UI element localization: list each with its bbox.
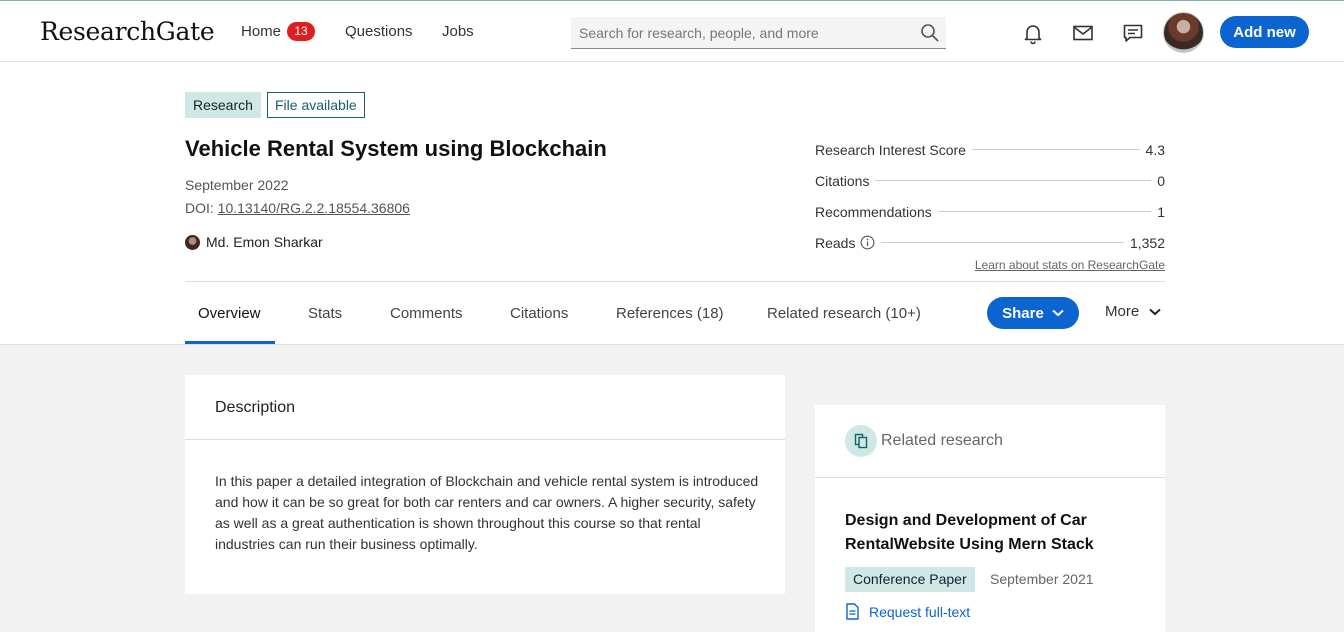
- user-avatar[interactable]: [1163, 12, 1204, 53]
- documents-icon: [854, 433, 868, 449]
- nav-home-link[interactable]: Home: [241, 23, 281, 40]
- stat-research-interest: Research Interest Score 4.3: [815, 134, 1165, 165]
- description-heading: Description: [215, 399, 296, 416]
- info-icon[interactable]: [860, 235, 875, 250]
- researchgate-logo[interactable]: ResearchGate: [40, 17, 215, 46]
- doi-line: DOI: 10.13140/RG.2.2.18554.36806: [185, 200, 410, 216]
- request-full-text-link[interactable]: Request full-text: [845, 603, 970, 620]
- related-research-icon: [845, 425, 877, 457]
- chevron-down-icon: [1052, 309, 1064, 317]
- active-tab-indicator: [185, 341, 275, 344]
- stat-recommendations: Recommendations 1: [815, 196, 1165, 227]
- doi-link[interactable]: 10.13140/RG.2.2.18554.36806: [218, 200, 410, 216]
- stat-citations: Citations 0: [815, 165, 1165, 196]
- tab-comments[interactable]: Comments: [390, 305, 463, 322]
- nav-questions-link[interactable]: Questions: [345, 23, 413, 40]
- stat-value: 1,352: [1129, 234, 1165, 251]
- stat-reads: Reads 1,352: [815, 227, 1165, 258]
- author-avatar: [185, 234, 200, 250]
- nav-jobs-link[interactable]: Jobs: [442, 23, 474, 40]
- publication-date: September 2022: [185, 177, 289, 193]
- more-button[interactable]: More: [1105, 303, 1161, 320]
- stat-value: 4.3: [1145, 141, 1165, 158]
- stat-label: Recommendations: [815, 203, 932, 220]
- chevron-down-icon: [1149, 308, 1161, 315]
- publication-header: Research File available Vehicle Rental S…: [0, 62, 1344, 345]
- stats-panel: Research Interest Score 4.3 Citations 0 …: [815, 134, 1165, 273]
- description-divider: [185, 439, 785, 440]
- chat-icon[interactable]: [1121, 21, 1145, 45]
- top-navbar: ResearchGate Home 13 Questions Jobs Add …: [0, 0, 1344, 62]
- related-research-card: Related research Design and Development …: [815, 405, 1165, 632]
- author-name[interactable]: Md. Emon Sharkar: [206, 234, 323, 250]
- related-item-date: September 2021: [990, 571, 1094, 587]
- more-label: More: [1105, 303, 1140, 320]
- stat-value: 1: [1157, 203, 1165, 220]
- tab-stats[interactable]: Stats: [308, 305, 342, 322]
- share-label: Share: [1002, 304, 1044, 322]
- bell-icon[interactable]: [1021, 21, 1045, 45]
- stat-label: Citations: [815, 172, 870, 189]
- add-new-button[interactable]: Add new: [1220, 16, 1309, 48]
- search-icon[interactable]: [920, 23, 940, 43]
- related-item-type-tag: Conference Paper: [845, 567, 975, 592]
- tab-citations[interactable]: Citations: [510, 305, 568, 322]
- tab-references[interactable]: References (18): [616, 305, 724, 322]
- description-card: Description In this paper a detailed int…: [185, 375, 785, 594]
- header-divider: [185, 281, 1165, 282]
- related-divider: [815, 477, 1165, 478]
- description-text: In this paper a detailed integration of …: [215, 473, 759, 552]
- related-research-heading: Related research: [881, 432, 1003, 449]
- search-input[interactable]: [571, 17, 911, 48]
- stat-label-wrap: Reads: [815, 235, 881, 251]
- mail-icon[interactable]: [1071, 21, 1095, 45]
- search-box: [571, 17, 946, 49]
- learn-stats-link[interactable]: Learn about stats on ResearchGate: [975, 258, 1165, 272]
- publication-title: Vehicle Rental System using Blockchain: [185, 136, 607, 161]
- document-icon: [846, 603, 859, 620]
- stat-label: Research Interest Score: [815, 141, 966, 158]
- home-notification-badge: 13: [287, 22, 315, 41]
- tab-related-research[interactable]: Related research (10+): [767, 305, 921, 322]
- research-tag: Research: [185, 92, 261, 118]
- related-item-title[interactable]: Design and Development of Car RentalWebs…: [845, 509, 1135, 557]
- doi-label: DOI:: [185, 200, 218, 216]
- request-full-text-label[interactable]: Request full-text: [869, 604, 970, 620]
- author[interactable]: Md. Emon Sharkar: [185, 234, 323, 250]
- stat-leader-line: [881, 242, 1124, 243]
- stat-leader-line: [971, 149, 1140, 150]
- tab-overview[interactable]: Overview: [198, 305, 261, 322]
- stat-leader-line: [875, 180, 1152, 181]
- stat-leader-line: [937, 211, 1152, 212]
- share-button[interactable]: Share: [987, 297, 1079, 329]
- file-available-tag: File available: [267, 92, 365, 118]
- stat-label: Reads: [815, 234, 856, 251]
- stat-value: 0: [1157, 172, 1165, 189]
